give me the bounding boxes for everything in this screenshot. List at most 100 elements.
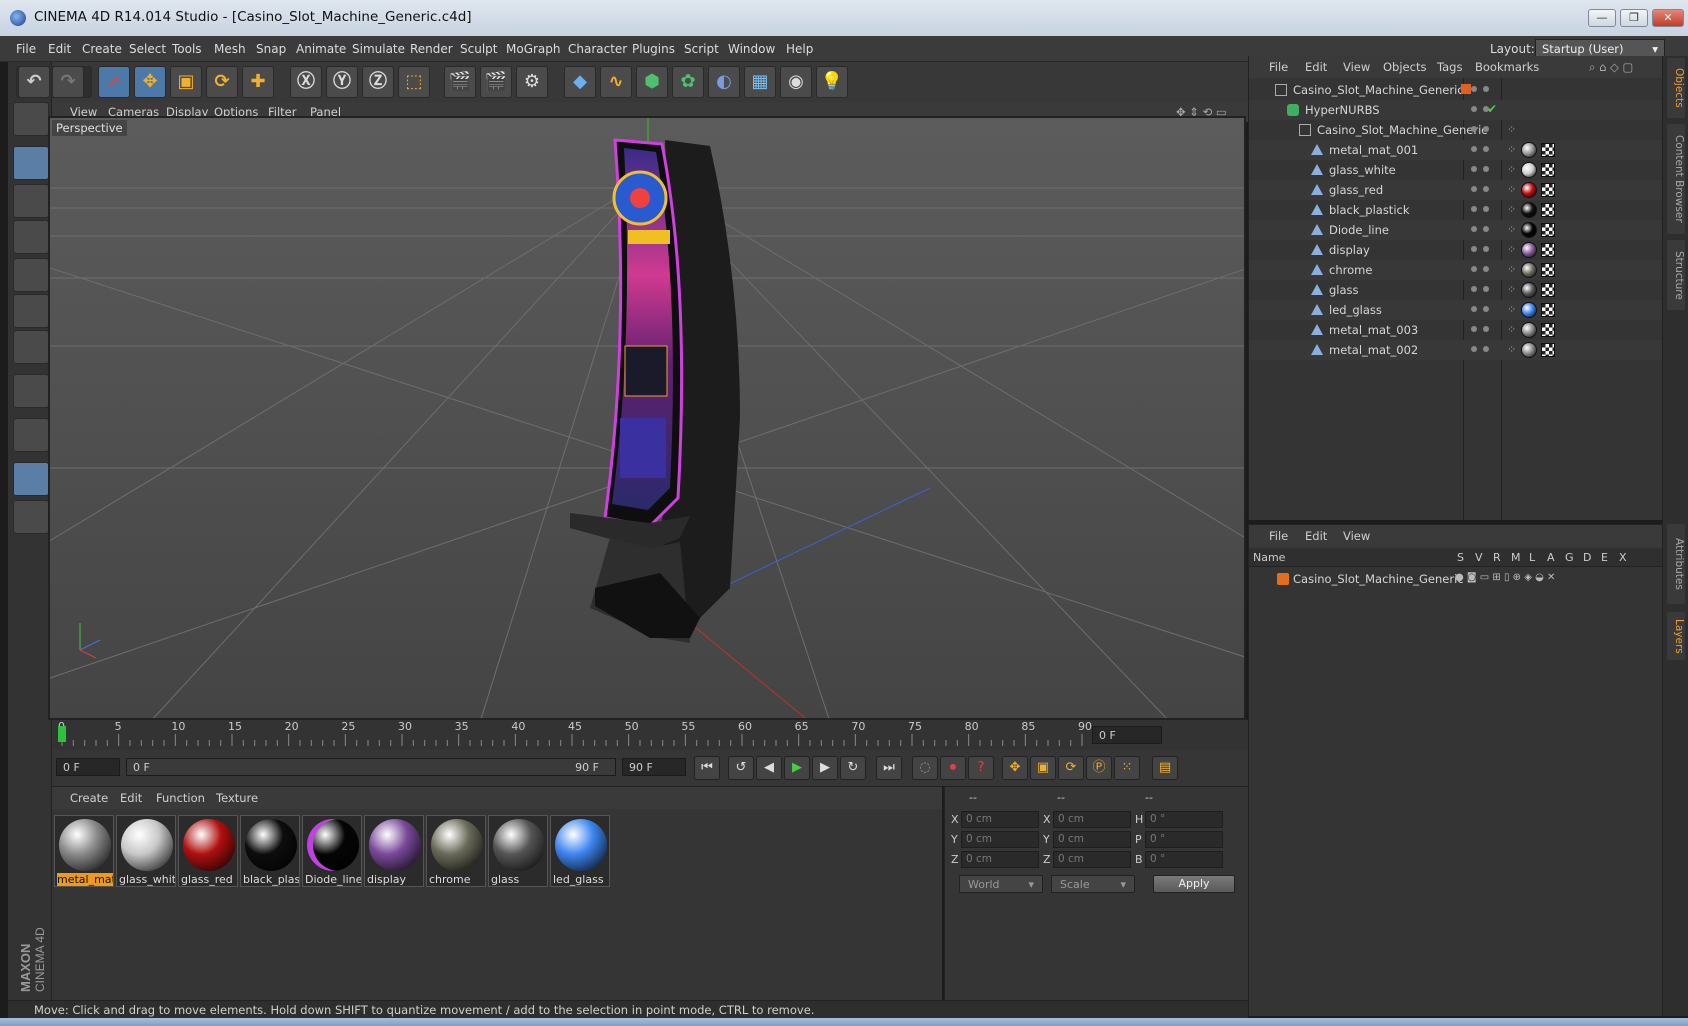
- editor-visibility-dot[interactable]: [1471, 226, 1477, 232]
- material-tag-icon[interactable]: [1521, 202, 1537, 218]
- editor-visibility-dot[interactable]: [1471, 206, 1477, 212]
- menu-animate[interactable]: Animate: [296, 42, 346, 56]
- render-visibility-dot[interactable]: [1483, 186, 1489, 192]
- coordinate-system-icon[interactable]: ⬚: [398, 66, 430, 98]
- render-view-icon[interactable]: 🎬: [444, 66, 476, 98]
- layer-col-solo[interactable]: S: [1457, 551, 1464, 564]
- layer-row[interactable]: Casino_Slot_Machine_Generic ● ◙ ▭ ⊞ ▯ ⊕ …: [1249, 569, 1663, 589]
- camera-icon[interactable]: ◉: [780, 66, 812, 98]
- x-axis-lock-icon[interactable]: Ⓧ: [290, 66, 322, 98]
- enabled-check-icon[interactable]: ✔: [1487, 102, 1497, 116]
- close-button[interactable]: ✕: [1652, 9, 1684, 27]
- record-active-objects-icon[interactable]: ◌: [912, 756, 938, 780]
- editor-visibility-dot[interactable]: [1471, 326, 1477, 332]
- phong-tag-icon[interactable]: ⁘: [1507, 223, 1516, 236]
- object-tree-row[interactable]: chrome ⁘: [1249, 260, 1663, 280]
- material-menu-texture[interactable]: Texture: [216, 791, 258, 805]
- layer-col-render[interactable]: R: [1493, 551, 1501, 564]
- go-to-start-icon[interactable]: ⏮: [694, 756, 720, 780]
- material-menu-create[interactable]: Create: [70, 791, 108, 805]
- layer-menu-view[interactable]: View: [1343, 529, 1370, 543]
- spline-icon[interactable]: ∿: [600, 66, 632, 98]
- current-frame-field[interactable]: 0 F: [1092, 726, 1162, 744]
- end-frame-field[interactable]: 90 F: [622, 758, 686, 776]
- tab-content-browser[interactable]: Content Browser: [1667, 124, 1685, 234]
- apply-button[interactable]: Apply: [1153, 875, 1235, 893]
- nurbs-icon[interactable]: ⬢: [636, 66, 668, 98]
- phong-tag-icon[interactable]: ⁘: [1507, 123, 1516, 136]
- uvw-tag-icon[interactable]: [1541, 223, 1555, 237]
- editor-visibility-dot[interactable]: [1471, 246, 1477, 252]
- object-tree-row[interactable]: Casino_Slot_Machine_Generic ⁘: [1249, 120, 1663, 140]
- rotate-icon[interactable]: ⟳: [206, 66, 238, 98]
- model-mode-button[interactable]: [13, 102, 49, 136]
- object-tree-row[interactable]: led_glass ⁘: [1249, 300, 1663, 320]
- minimize-button[interactable]: —: [1588, 9, 1616, 27]
- array-icon[interactable]: ✿: [672, 66, 704, 98]
- material-swatch[interactable]: metal_mat: [54, 815, 114, 887]
- editor-visibility-dot[interactable]: [1471, 146, 1477, 152]
- editor-visibility-dot[interactable]: [1471, 166, 1477, 172]
- layer-menu-edit[interactable]: Edit: [1305, 529, 1327, 543]
- workplane-lock-button[interactable]: [13, 500, 49, 534]
- size-z-field[interactable]: 0 cm: [1053, 851, 1131, 868]
- phong-tag-icon[interactable]: ⁘: [1507, 163, 1516, 176]
- layer-col-expressions[interactable]: E: [1601, 551, 1608, 564]
- uvw-tag-icon[interactable]: [1541, 343, 1555, 357]
- layer-switch-icons[interactable]: ● ◙ ▭ ⊞ ▯ ⊕ ◈ ◒ ✕: [1455, 572, 1555, 583]
- uvw-tag-icon[interactable]: [1541, 183, 1555, 197]
- render-visibility-dot[interactable]: [1483, 286, 1489, 292]
- go-to-end-icon[interactable]: ⏭: [876, 756, 902, 780]
- deformer-icon[interactable]: ◐: [708, 66, 740, 98]
- light-icon[interactable]: 💡: [816, 66, 848, 98]
- uvw-tag-icon[interactable]: [1541, 263, 1555, 277]
- rotation-b-field[interactable]: 0 °: [1145, 851, 1223, 868]
- render-visibility-dot[interactable]: [1483, 86, 1489, 92]
- render-visibility-dot[interactable]: [1483, 246, 1489, 252]
- object-tree-row[interactable]: metal_mat_001 ⁘: [1249, 140, 1663, 160]
- layer-color-icon[interactable]: [1461, 84, 1471, 94]
- material-swatch[interactable]: black_plast: [240, 815, 300, 887]
- frame-range-slider[interactable]: 0 F 90 F: [126, 758, 616, 776]
- material-swatch[interactable]: glass_whit: [116, 815, 176, 887]
- play-forward-icon[interactable]: ▶: [784, 756, 810, 780]
- render-visibility-dot[interactable]: [1483, 206, 1489, 212]
- editor-visibility-dot[interactable]: [1471, 286, 1477, 292]
- object-menu-view[interactable]: View: [1343, 60, 1370, 74]
- size-y-field[interactable]: 0 cm: [1053, 831, 1131, 848]
- object-tree-row[interactable]: display ⁘: [1249, 240, 1663, 260]
- material-tag-icon[interactable]: [1521, 242, 1537, 258]
- autokeying-icon[interactable]: ⏺: [940, 756, 966, 780]
- phong-tag-icon[interactable]: ⁘: [1507, 183, 1516, 196]
- texture-mode-button[interactable]: [13, 184, 49, 218]
- editor-visibility-dot[interactable]: [1471, 266, 1477, 272]
- uvw-tag-icon[interactable]: [1541, 283, 1555, 297]
- position-z-field[interactable]: 0 cm: [961, 851, 1039, 868]
- redo-icon[interactable]: ↷: [52, 66, 84, 98]
- size-mode-select[interactable]: Scale ▾: [1051, 875, 1135, 893]
- rotation-p-field[interactable]: 0 °: [1145, 831, 1223, 848]
- object-tree-row[interactable]: glass ⁘: [1249, 280, 1663, 300]
- menu-window[interactable]: Window: [728, 42, 775, 56]
- position-x-field[interactable]: 0 cm: [961, 811, 1039, 828]
- layer-col-deformers[interactable]: D: [1583, 551, 1591, 564]
- material-tag-icon[interactable]: [1521, 342, 1537, 358]
- move-icon[interactable]: ✥: [134, 66, 166, 98]
- menu-plugins[interactable]: Plugins: [632, 42, 675, 56]
- render-visibility-dot[interactable]: [1483, 326, 1489, 332]
- phong-tag-icon[interactable]: ⁘: [1507, 343, 1516, 356]
- scale-key-icon[interactable]: ▣: [1030, 756, 1056, 780]
- layer-col-manager[interactable]: M: [1511, 551, 1521, 564]
- scale-icon[interactable]: ▣: [170, 66, 202, 98]
- object-tree-row[interactable]: Diode_line ⁘: [1249, 220, 1663, 240]
- editor-visibility-dot[interactable]: [1471, 86, 1477, 92]
- point-level-key-icon[interactable]: ⁙: [1114, 756, 1140, 780]
- editor-visibility-dot[interactable]: [1471, 126, 1477, 132]
- render-visibility-dot[interactable]: [1483, 146, 1489, 152]
- y-axis-lock-icon[interactable]: Ⓨ: [326, 66, 358, 98]
- render-visibility-dot[interactable]: [1483, 126, 1489, 132]
- uvw-tag-icon[interactable]: [1541, 303, 1555, 317]
- editor-visibility-dot[interactable]: [1471, 106, 1477, 112]
- object-menu-objects[interactable]: Objects: [1383, 60, 1426, 74]
- undo-icon[interactable]: ↶: [18, 66, 50, 98]
